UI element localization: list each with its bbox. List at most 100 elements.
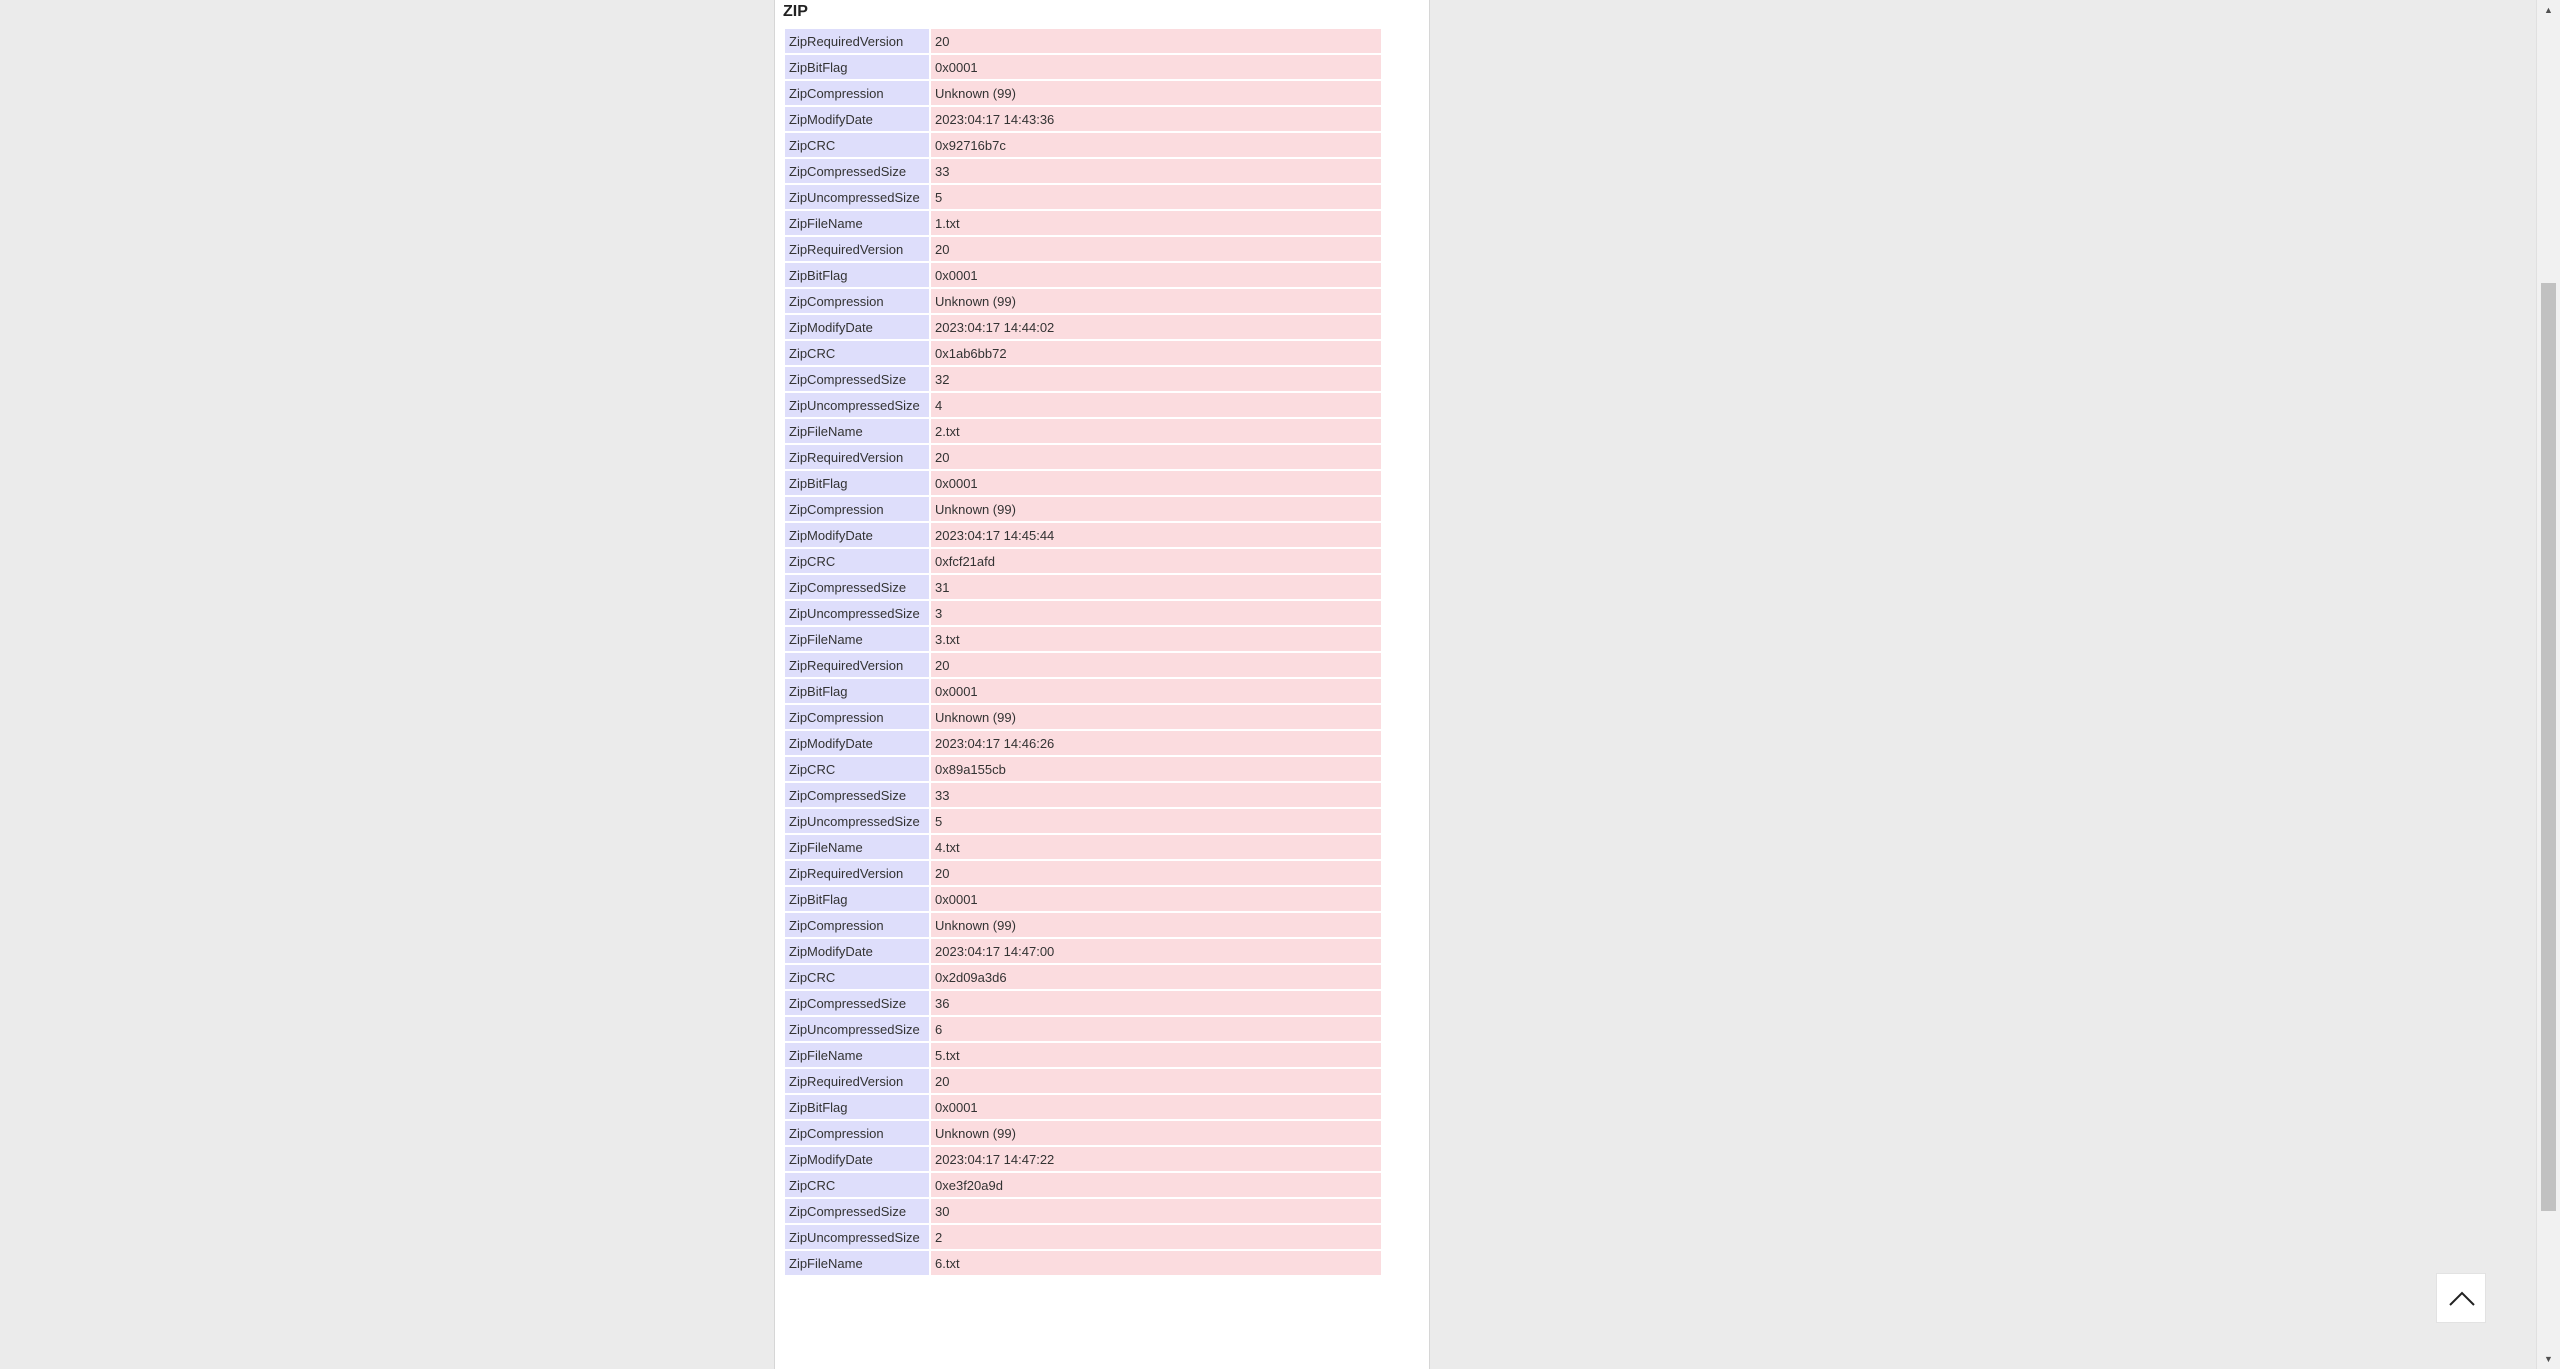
row-key: ZipCRC <box>785 757 931 783</box>
table-row: ZipUncompressedSize 6 <box>785 1017 1381 1043</box>
row-key: ZipFileName <box>785 419 931 445</box>
scrollbar-thumb[interactable] <box>2541 283 2556 1211</box>
row-value: 6.txt <box>931 1251 1381 1277</box>
row-key: ZipCompressedSize <box>785 1199 931 1225</box>
row-value: 32 <box>931 367 1381 393</box>
row-key: ZipUncompressedSize <box>785 1225 931 1251</box>
row-key: ZipCompression <box>785 497 931 523</box>
table-row: ZipBitFlag 0x0001 <box>785 679 1381 705</box>
row-value: 2023:04:17 14:46:26 <box>931 731 1381 757</box>
row-key: ZipRequiredVersion <box>785 237 931 263</box>
row-value: 0x0001 <box>931 679 1381 705</box>
table-row: ZipCRC 0xfcf21afd <box>785 549 1381 575</box>
table-row: ZipFileName 4.txt <box>785 835 1381 861</box>
table-row: ZipCompressedSize 32 <box>785 367 1381 393</box>
row-value: 3.txt <box>931 627 1381 653</box>
row-value: 5 <box>931 185 1381 211</box>
table-row: ZipCRC 0x2d09a3d6 <box>785 965 1381 991</box>
row-key: ZipCRC <box>785 1173 931 1199</box>
table-row: ZipRequiredVersion 20 <box>785 1069 1381 1095</box>
row-key: ZipRequiredVersion <box>785 29 931 55</box>
row-key: ZipUncompressedSize <box>785 185 931 211</box>
table-row: ZipCRC 0x89a155cb <box>785 757 1381 783</box>
row-value: 0xe3f20a9d <box>931 1173 1381 1199</box>
table-row: ZipUncompressedSize 2 <box>785 1225 1381 1251</box>
row-key: ZipFileName <box>785 835 931 861</box>
table-row: ZipCompression Unknown (99) <box>785 497 1381 523</box>
row-value: 1.txt <box>931 211 1381 237</box>
row-value: 33 <box>931 783 1381 809</box>
scroll-down-arrow-icon[interactable]: ▼ <box>2537 1349 2560 1369</box>
metadata-panel: ZIP ZipRequiredVersion 20 ZipBitFlag 0x0001… <box>774 0 1430 1369</box>
table-row: ZipCompression Unknown (99) <box>785 289 1381 315</box>
row-key: ZipModifyDate <box>785 315 931 341</box>
table-row: ZipCompressedSize 33 <box>785 783 1381 809</box>
table-row: ZipCompressedSize 30 <box>785 1199 1381 1225</box>
row-key: ZipModifyDate <box>785 523 931 549</box>
row-value: 0x0001 <box>931 471 1381 497</box>
row-key: ZipCompression <box>785 81 931 107</box>
row-value: 0x2d09a3d6 <box>931 965 1381 991</box>
scroll-up-arrow-icon[interactable]: ▲ <box>2537 0 2560 20</box>
row-key: ZipRequiredVersion <box>785 653 931 679</box>
row-key: ZipCompression <box>785 289 931 315</box>
row-value: 0xfcf21afd <box>931 549 1381 575</box>
row-key: ZipBitFlag <box>785 55 931 81</box>
table-row: ZipRequiredVersion 20 <box>785 445 1381 471</box>
row-value: 0x92716b7c <box>931 133 1381 159</box>
table-row: ZipRequiredVersion 20 <box>785 653 1381 679</box>
row-value: 2023:04:17 14:47:22 <box>931 1147 1381 1173</box>
row-key: ZipBitFlag <box>785 471 931 497</box>
table-row: ZipModifyDate 2023:04:17 14:44:02 <box>785 315 1381 341</box>
row-key: ZipBitFlag <box>785 887 931 913</box>
table-row: ZipModifyDate 2023:04:17 14:43:36 <box>785 107 1381 133</box>
table-row: ZipModifyDate 2023:04:17 14:47:22 <box>785 1147 1381 1173</box>
row-value: 0x0001 <box>931 55 1381 81</box>
table-row: ZipRequiredVersion 20 <box>785 29 1381 55</box>
vertical-scrollbar[interactable]: ▲ ▼ <box>2536 0 2560 1369</box>
row-value: Unknown (99) <box>931 81 1381 107</box>
row-key: ZipCompressedSize <box>785 575 931 601</box>
row-key: ZipCompressedSize <box>785 991 931 1017</box>
row-value: 4 <box>931 393 1381 419</box>
table-row: ZipCompressedSize 36 <box>785 991 1381 1017</box>
metadata-table: ZipRequiredVersion 20 ZipBitFlag 0x0001 ZipC… <box>785 29 1381 1277</box>
row-value: 2023:04:17 14:44:02 <box>931 315 1381 341</box>
row-key: ZipCRC <box>785 965 931 991</box>
table-row: ZipRequiredVersion 20 <box>785 861 1381 887</box>
table-row: ZipModifyDate 2023:04:17 14:47:00 <box>785 939 1381 965</box>
table-row: ZipUncompressedSize 5 <box>785 185 1381 211</box>
table-row: ZipFileName 3.txt <box>785 627 1381 653</box>
table-row: ZipModifyDate 2023:04:17 14:46:26 <box>785 731 1381 757</box>
row-value: Unknown (99) <box>931 1121 1381 1147</box>
back-to-top-button[interactable] <box>2436 1273 2486 1323</box>
row-key: ZipModifyDate <box>785 107 931 133</box>
table-row: ZipCompression Unknown (99) <box>785 913 1381 939</box>
table-row: ZipBitFlag 0x0001 <box>785 887 1381 913</box>
row-value: 2023:04:17 14:47:00 <box>931 939 1381 965</box>
row-value: 2023:04:17 14:43:36 <box>931 107 1381 133</box>
table-row: ZipFileName 6.txt <box>785 1251 1381 1277</box>
row-value: 6 <box>931 1017 1381 1043</box>
row-key: ZipCompressedSize <box>785 783 931 809</box>
row-value: Unknown (99) <box>931 289 1381 315</box>
row-key: ZipUncompressedSize <box>785 809 931 835</box>
table-row: ZipCompression Unknown (99) <box>785 81 1381 107</box>
row-key: ZipCRC <box>785 549 931 575</box>
row-key: ZipCRC <box>785 133 931 159</box>
row-key: ZipCompression <box>785 913 931 939</box>
row-value: 2.txt <box>931 419 1381 445</box>
row-value: 0x0001 <box>931 887 1381 913</box>
row-key: ZipCompressedSize <box>785 159 931 185</box>
row-key: ZipRequiredVersion <box>785 861 931 887</box>
row-value: 20 <box>931 29 1381 55</box>
table-row: ZipCRC 0x1ab6bb72 <box>785 341 1381 367</box>
table-row: ZipFileName 2.txt <box>785 419 1381 445</box>
row-value: 33 <box>931 159 1381 185</box>
table-row: ZipUncompressedSize 3 <box>785 601 1381 627</box>
chevron-up-icon <box>2449 1291 2475 1306</box>
row-key: ZipCompression <box>785 705 931 731</box>
table-row: ZipBitFlag 0x0001 <box>785 263 1381 289</box>
table-row: ZipFileName 5.txt <box>785 1043 1381 1069</box>
table-row: ZipCompressedSize 31 <box>785 575 1381 601</box>
